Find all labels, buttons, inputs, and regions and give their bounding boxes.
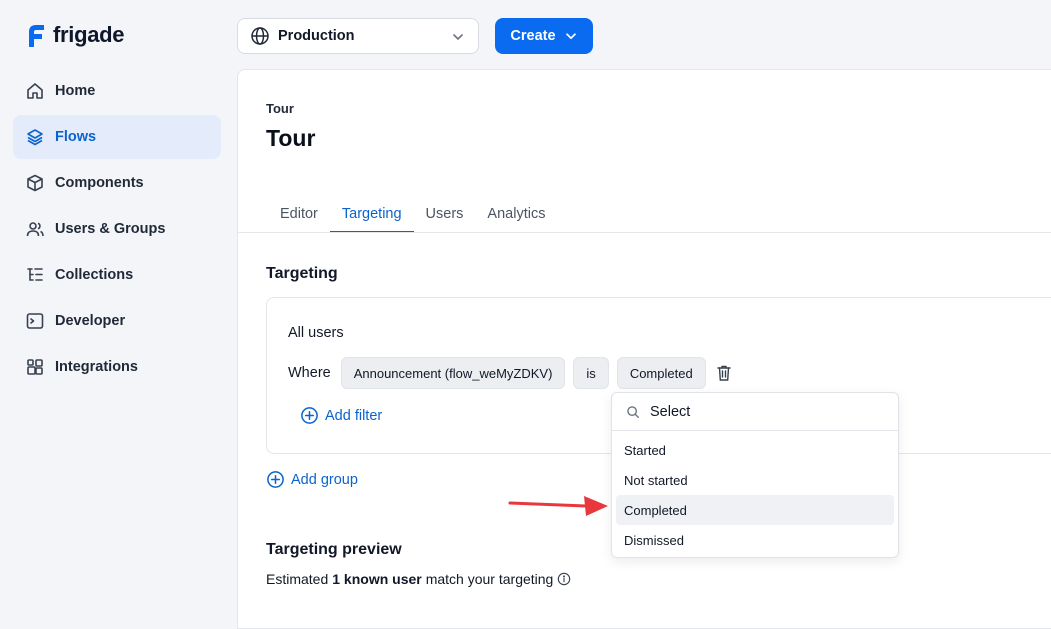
sidebar-item-label: Users & Groups (55, 221, 166, 237)
sidebar-item-components[interactable]: Components (13, 161, 221, 205)
tabs-divider (238, 232, 1051, 233)
collections-icon (27, 268, 43, 281)
dropdown-option-dismissed[interactable]: Dismissed (616, 525, 894, 555)
tab-users[interactable]: Users (414, 200, 476, 233)
layers-icon (27, 129, 43, 146)
delete-filter-button[interactable] (716, 364, 732, 382)
sidebar-item-flows[interactable]: Flows (13, 115, 221, 159)
dropdown-search-placeholder: Select (650, 403, 691, 420)
sidebar-item-label: Home (55, 83, 96, 99)
plus-circle-icon (301, 407, 318, 424)
add-group-label: Add group (291, 471, 358, 488)
sidebar-item-developer[interactable]: Developer (13, 299, 221, 343)
environment-label: Production (278, 28, 355, 44)
sidebar-nav: Home Flows Components Users & Groups Col… (13, 69, 221, 391)
dropdown-options: Started Not started Completed Dismissed (612, 431, 898, 559)
info-icon[interactable] (557, 572, 571, 586)
tab-analytics[interactable]: Analytics (475, 200, 557, 233)
search-icon (627, 405, 639, 418)
brand-name: frigade (53, 22, 125, 47)
sidebar-item-users-groups[interactable]: Users & Groups (13, 207, 221, 251)
sidebar-item-label: Components (55, 175, 144, 191)
annotation-arrow (508, 496, 608, 516)
tab-editor[interactable]: Editor (268, 200, 330, 233)
page-title: Tour (266, 125, 316, 151)
add-filter-button[interactable]: Add filter (300, 406, 382, 425)
dropdown-option-not-started[interactable]: Not started (616, 465, 894, 495)
globe-icon (251, 27, 269, 45)
sidebar-item-label: Integrations (55, 359, 138, 375)
add-group-button[interactable]: Add group (266, 470, 358, 489)
create-button[interactable]: Create (495, 18, 593, 54)
cube-icon (27, 174, 43, 192)
plus-circle-icon (267, 471, 284, 488)
dropdown-search[interactable]: Select (612, 393, 898, 431)
filter-value-select[interactable]: Completed (616, 357, 706, 389)
preview-text-before: Estimated (266, 571, 329, 587)
preview-title: Targeting preview (266, 541, 402, 558)
chevron-down-icon (453, 34, 463, 41)
dropdown-option-started[interactable]: Started (616, 435, 894, 465)
trash-icon (716, 365, 731, 381)
users-icon (26, 222, 44, 237)
sidebar-item-collections[interactable]: Collections (13, 253, 221, 297)
preview-summary: Estimated 1 known user match your target… (266, 571, 571, 587)
filter-operator-select[interactable]: is (573, 357, 609, 389)
home-icon (27, 83, 43, 99)
terminal-icon (26, 313, 44, 329)
preview-count: 1 known user (332, 571, 422, 587)
add-filter-label: Add filter (325, 407, 383, 424)
chevron-down-icon (565, 33, 576, 40)
environment-select[interactable]: Production (237, 18, 479, 54)
targeting-section-title: Targeting (266, 265, 338, 282)
create-button-label: Create (510, 28, 556, 44)
integrations-icon (27, 359, 43, 375)
sidebar-item-integrations[interactable]: Integrations (13, 345, 221, 389)
dropdown-option-completed[interactable]: Completed (616, 495, 894, 525)
where-label: Where (288, 365, 331, 381)
filter-field-select[interactable]: Announcement (flow_weMyZDKV) (340, 357, 566, 389)
value-dropdown: Select Started Not started Completed Dis… (611, 392, 899, 558)
filter-row: Where Announcement (flow_weMyZDKV) is Co… (288, 357, 732, 389)
tab-bar: Editor Targeting Users Analytics (268, 200, 557, 233)
sidebar-item-home[interactable]: Home (13, 69, 221, 113)
brand-logo[interactable]: frigade (26, 22, 125, 48)
frigade-logo-icon (29, 25, 44, 47)
group-label: All users (288, 325, 344, 341)
sidebar-item-label: Developer (55, 313, 126, 329)
sidebar-item-label: Flows (55, 129, 97, 145)
tab-targeting[interactable]: Targeting (329, 200, 414, 233)
breadcrumb[interactable]: Tour (266, 101, 294, 116)
sidebar-item-label: Collections (55, 267, 134, 283)
sidebar: frigade Home Flows Components Users & Gr… (0, 0, 237, 610)
preview-text-after: match your targeting (425, 571, 554, 587)
